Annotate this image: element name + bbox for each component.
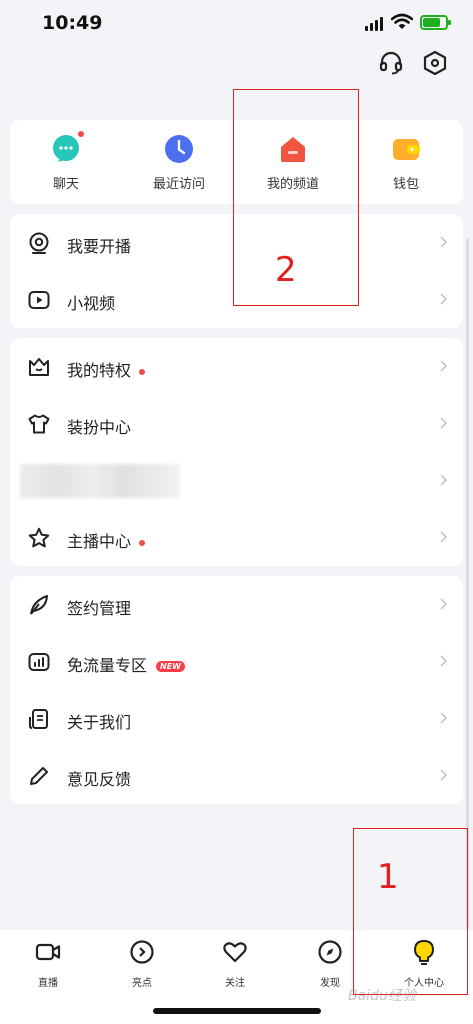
menu-item-my-privileges[interactable]: 我的特权 xyxy=(10,338,463,395)
menu-group-others: 签约管理 免流量专区 NEW 关于我们 意见反馈 xyxy=(10,576,463,804)
highlight-icon xyxy=(130,940,154,964)
cellular-signal-icon xyxy=(365,15,385,31)
clock-icon xyxy=(164,134,194,164)
menu-item-label: 主播中心 xyxy=(67,528,146,552)
status-bar: 10:49 xyxy=(0,0,473,50)
annotation-box-1: 1 xyxy=(353,828,468,995)
notification-dot xyxy=(139,368,146,375)
chevron-right-icon xyxy=(440,712,448,724)
annotation-box-2: 2 xyxy=(233,89,359,306)
menu-item-contract-management[interactable]: 签约管理 xyxy=(10,576,463,633)
pencil-icon xyxy=(30,767,48,785)
nav-label: 亮点 xyxy=(132,978,152,989)
menu-item-label: 关于我们 xyxy=(67,713,132,732)
chevron-right-icon xyxy=(440,236,448,248)
quick-item-chat[interactable]: 聊天 xyxy=(21,131,111,192)
menu-item-label: 我的特权 xyxy=(67,357,146,381)
data-chart-icon xyxy=(28,653,50,671)
camera-icon xyxy=(35,943,61,961)
scrollbar[interactable] xyxy=(466,238,469,928)
wifi-icon xyxy=(391,13,413,29)
menu-item-dress-up-center[interactable]: 装扮中心 xyxy=(10,395,463,452)
video-play-icon xyxy=(28,291,50,309)
chevron-right-icon xyxy=(440,531,448,543)
nav-item-highlights[interactable]: 亮点 xyxy=(107,939,177,989)
chat-icon xyxy=(51,131,84,164)
menu-item-label: 我要开播 xyxy=(67,237,132,256)
menu-item-feedback[interactable]: 意见反馈 xyxy=(10,747,463,804)
headset-icon[interactable] xyxy=(378,50,404,76)
quick-item-recent[interactable]: 最近访问 xyxy=(134,134,224,192)
menu-group-privileges: 我的特权 装扮中心 主播中心 xyxy=(10,338,463,566)
nav-item-live[interactable]: 直播 xyxy=(13,939,83,989)
quick-item-label: 最近访问 xyxy=(152,177,205,192)
menu-item-about-us[interactable]: 关于我们 xyxy=(10,690,463,747)
menu-item-label: 免流量专区 NEW xyxy=(67,652,185,676)
menu-item-label: 签约管理 xyxy=(67,599,132,618)
status-time: 10:49 xyxy=(42,12,103,34)
nav-item-follow[interactable]: 关注 xyxy=(200,939,270,989)
nav-label: 关注 xyxy=(225,978,245,989)
new-badge: NEW xyxy=(156,661,185,672)
chevron-right-icon xyxy=(440,417,448,429)
chevron-right-icon xyxy=(440,474,448,486)
quick-item-label: 钱包 xyxy=(392,177,419,192)
star-icon xyxy=(28,527,50,548)
annotation-number-1: 1 xyxy=(377,857,399,897)
feather-icon xyxy=(30,595,48,615)
chevron-right-icon xyxy=(440,293,448,305)
heart-icon xyxy=(223,942,247,963)
menu-item-label: 意见反馈 xyxy=(67,770,132,789)
quick-item-wallet[interactable]: 钱包 xyxy=(361,134,451,192)
chat-notification-dot xyxy=(78,131,84,137)
document-icon xyxy=(29,709,48,729)
chevron-right-icon xyxy=(440,655,448,667)
chevron-right-icon xyxy=(440,769,448,781)
battery-icon xyxy=(420,15,451,30)
quick-item-label: 聊天 xyxy=(52,177,79,192)
notification-dot xyxy=(139,539,146,546)
watermark: Baidu经验 xyxy=(348,988,416,1004)
annotation-number-2: 2 xyxy=(275,250,297,290)
wallet-icon xyxy=(391,134,421,164)
nav-label: 直播 xyxy=(38,978,58,989)
settings-hexagon-icon[interactable] xyxy=(422,50,448,76)
home-indicator[interactable] xyxy=(153,1008,321,1014)
compass-icon xyxy=(318,940,342,964)
broadcast-icon xyxy=(29,232,49,254)
crown-icon xyxy=(29,358,49,376)
menu-item-free-data-zone[interactable]: 免流量专区 NEW xyxy=(10,633,463,690)
tshirt-icon xyxy=(28,414,50,434)
blurred-content xyxy=(20,464,180,498)
chevron-right-icon xyxy=(440,360,448,372)
menu-item-label: 装扮中心 xyxy=(67,418,132,437)
menu-item-blurred[interactable] xyxy=(10,452,463,509)
chevron-right-icon xyxy=(440,598,448,610)
menu-item-streamer-center[interactable]: 主播中心 xyxy=(10,509,463,566)
menu-item-label: 小视频 xyxy=(67,294,116,313)
